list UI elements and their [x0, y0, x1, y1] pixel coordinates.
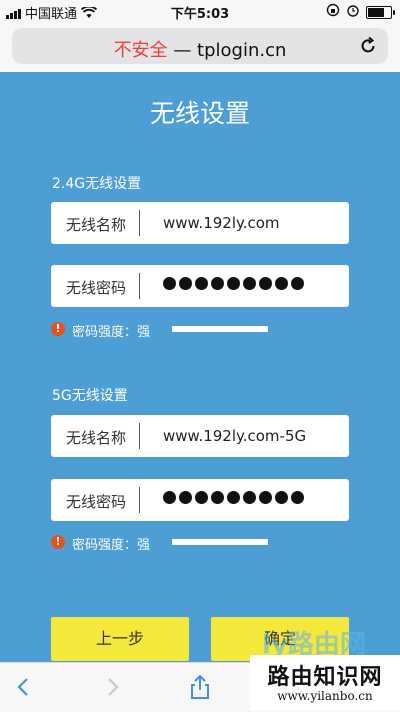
ssid-5g-label: 无线名称	[66, 429, 127, 447]
password-5g-mask	[163, 491, 304, 504]
url-bar[interactable]: 不安全 — tplogin.cn	[12, 28, 388, 64]
prev-step-button[interactable]: 上一步	[51, 617, 189, 661]
ssid-2-4g-label: 无线名称	[66, 216, 127, 234]
password-dot	[179, 277, 192, 290]
password-2-4g-field[interactable]: 无线密码	[51, 265, 349, 307]
watermark: 路由知识网 www.yilanbo.cn	[250, 655, 400, 711]
section-2-4g-heading: 2.4G无线设置	[52, 176, 142, 192]
field-divider	[139, 210, 140, 236]
password-2-4g-label: 无线密码	[66, 279, 127, 297]
password-2-4g-mask	[163, 277, 304, 290]
password-dot	[211, 277, 224, 290]
warning-icon: !	[51, 535, 65, 549]
ssid-5g-field[interactable]: 无线名称 www.192ly.com-5G	[51, 415, 349, 457]
wireless-settings-page: 无线设置 2.4G无线设置 无线名称 www.192ly.com 无线密码 ! …	[0, 72, 400, 662]
password-dot	[163, 277, 176, 290]
warning-icon: !	[51, 322, 65, 336]
password-dot	[179, 491, 192, 504]
password-dot	[227, 491, 240, 504]
password-dot	[259, 491, 272, 504]
ssid-2-4g-value: www.192ly.com	[163, 214, 280, 232]
strength-bar	[172, 326, 268, 332]
password-dot	[195, 277, 208, 290]
strength-bar	[172, 539, 268, 545]
url-separator: —	[173, 40, 192, 61]
forward-icon[interactable]	[98, 673, 126, 701]
browser-address-area: 不安全 — tplogin.cn	[0, 22, 400, 72]
lock-rotation-icon	[326, 3, 340, 21]
password-5g-label: 无线密码	[66, 493, 127, 511]
ssid-5g-value: www.192ly.com-5G	[163, 427, 307, 445]
password-dot	[275, 491, 288, 504]
password-dot	[291, 491, 304, 504]
section-5g-heading: 5G无线设置	[52, 388, 128, 404]
password-dot	[259, 277, 272, 290]
password-dot	[275, 277, 288, 290]
reload-icon[interactable]	[358, 36, 378, 56]
battery-icon	[366, 5, 395, 19]
password-dot	[163, 491, 176, 504]
insecure-label: 不安全	[113, 40, 168, 61]
password-dot	[211, 491, 224, 504]
ssid-2-4g-field[interactable]: 无线名称 www.192ly.com	[51, 202, 349, 244]
strength-text: 密码强度：强	[72, 325, 151, 340]
password-dot	[195, 491, 208, 504]
share-icon[interactable]	[186, 673, 214, 701]
password-dot	[243, 491, 256, 504]
password-dot	[243, 277, 256, 290]
page-title: 无线设置	[149, 99, 250, 128]
field-divider	[139, 423, 140, 449]
url-text: 不安全 — tplogin.cn	[12, 36, 388, 62]
back-icon[interactable]	[10, 673, 38, 701]
url-domain: tplogin.cn	[197, 40, 287, 61]
strength-text: 密码强度：强	[72, 538, 151, 553]
alarm-icon	[346, 3, 360, 21]
watermark-url: www.yilanbo.cn	[277, 689, 373, 703]
status-bar: 中国联通 下午5:03	[0, 0, 400, 22]
password-dot	[291, 277, 304, 290]
field-divider	[139, 487, 140, 513]
password-5g-field[interactable]: 无线密码	[51, 479, 349, 521]
field-divider	[139, 273, 140, 299]
watermark-title: 路由知识网	[267, 664, 383, 690]
password-dot	[227, 277, 240, 290]
